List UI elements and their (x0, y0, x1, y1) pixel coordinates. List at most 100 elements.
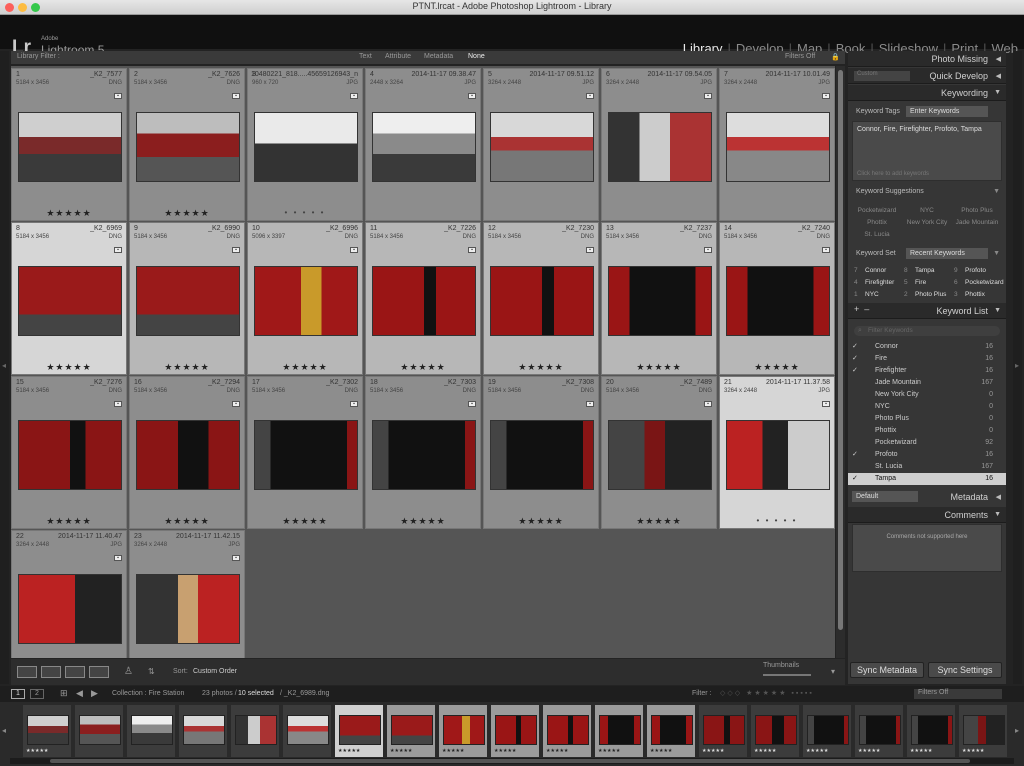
keyword-list-row[interactable]: ✓ Fire 16 (848, 353, 1006, 365)
keywording-header[interactable]: Keywording ▼ (848, 85, 1006, 101)
photo-thumbnail[interactable] (254, 420, 358, 490)
grid-cell[interactable]: 21 2014-11-17 11.37.58 3264 x 2448 JPG ▪ • • … (719, 376, 835, 529)
grid-cell[interactable]: 6 2014-11-17 09.54.05 3264 x 2448 JPG ▪ (601, 68, 717, 221)
filmstrip-cell[interactable]: ★★★★★ (958, 704, 1008, 758)
photo-thumbnail[interactable] (608, 266, 712, 336)
filmstrip-thumbnail[interactable] (963, 715, 1005, 745)
keyword-set-item[interactable]: NYC (865, 291, 879, 298)
filmstrip-cell[interactable]: ★★★★★ (750, 704, 800, 758)
filmstrip-filter-select[interactable]: Filters Off (914, 689, 1002, 699)
filmstrip-thumbnail[interactable] (79, 715, 121, 745)
filmstrip-thumbnail[interactable] (391, 715, 433, 745)
metadata-badge-icon[interactable]: ▪ (704, 93, 712, 99)
rating-stars[interactable]: ★★★★★ (12, 208, 126, 219)
keyword-list-row[interactable]: Photo Plus 0 (848, 413, 1006, 425)
suggestions-toggle-icon[interactable]: ▼ (993, 188, 1000, 195)
grid-cell[interactable]: 22 2014-11-17 11.40.47 3264 x 2448 JPG ▪ (11, 530, 127, 658)
metadata-badge-icon[interactable]: ▪ (822, 247, 830, 253)
grid-cell[interactable]: 23 2014-11-17 11.42.15 3264 x 2448 JPG ▪ (129, 530, 245, 658)
filmstrip-scrollbar[interactable] (10, 758, 1014, 764)
photo-thumbnail[interactable] (18, 266, 122, 336)
rating-stars[interactable]: ★★★★★ (130, 362, 244, 373)
rating-stars[interactable]: ★★★★★ (720, 362, 834, 373)
photo-thumbnail[interactable] (136, 266, 240, 336)
lock-icon[interactable]: 🔒 (831, 53, 840, 61)
photo-thumbnail[interactable] (726, 112, 830, 182)
filmstrip-cell[interactable]: ★★★★★ (802, 704, 852, 758)
filmstrip-cell[interactable]: ★★★★★ (386, 704, 436, 758)
primary-window-button[interactable]: 1 (11, 689, 25, 699)
filmstrip-cell[interactable]: ★★★★★ (854, 704, 904, 758)
filmstrip-cell[interactable]: ★★★★★ (698, 704, 748, 758)
metadata-badge-icon[interactable]: ▪ (586, 247, 594, 253)
metadata-badge-icon[interactable]: ▪ (586, 93, 594, 99)
metadata-badge-icon[interactable]: ▪ (704, 401, 712, 407)
keyword-list-row[interactable]: ✓ Tampa 16 (848, 473, 1006, 485)
keyword-checkbox[interactable]: ✓ (852, 450, 858, 458)
sort-dropdown[interactable]: Custom Order (193, 668, 237, 675)
grid-cell[interactable]: 16 _K2_7294 5184 x 3456 DNG ▪ ★★★★★ (129, 376, 245, 529)
grid-cell[interactable]: 15 _K2_7276 5184 x 3456 DNG ▪ ★★★★★ (11, 376, 127, 529)
suggestion-item[interactable]: Pocketwizard (852, 207, 902, 214)
metadata-badge-icon[interactable]: ▪ (468, 247, 476, 253)
rating-stars[interactable]: ★★★★★ (602, 516, 716, 527)
keyword-set-item[interactable]: Tampa (915, 267, 935, 274)
filmstrip-cell[interactable] (282, 704, 332, 758)
filmstrip-cell[interactable] (230, 704, 280, 758)
keyword-add-remove[interactable]: + – (854, 304, 869, 314)
suggestion-item[interactable]: Jade Mountain (952, 219, 1002, 226)
back-icon[interactable]: ◀ (76, 688, 83, 699)
filmstrip-thumbnail[interactable] (599, 715, 641, 745)
keyword-set-item[interactable]: Photo Plus (915, 291, 946, 298)
filter-text[interactable]: Text (359, 53, 372, 60)
filmstrip-thumbnail[interactable] (651, 715, 693, 745)
photo-thumbnail[interactable] (254, 266, 358, 336)
metadata-badge-icon[interactable]: ▪ (232, 93, 240, 99)
keyword-checkbox[interactable]: ✓ (852, 366, 858, 374)
metadata-badge-icon[interactable]: ▪ (468, 401, 476, 407)
metadata-badge-icon[interactable]: ▪ (468, 93, 476, 99)
survey-view-icon[interactable] (89, 666, 109, 678)
filmstrip-thumbnail[interactable] (131, 715, 173, 745)
keyword-set-item[interactable]: Connor (865, 267, 886, 274)
keyword-set-item[interactable]: Firefighter (865, 279, 894, 286)
grid-cell[interactable]: 20 _K2_7489 5184 x 3456 DNG ▪ ★★★★★ (601, 376, 717, 529)
filmstrip-scroll-thumb[interactable] (50, 759, 970, 763)
metadata-badge-icon[interactable]: ▪ (114, 555, 122, 561)
grid-view-icon[interactable] (17, 666, 37, 678)
secondary-window-button[interactable]: 2 (30, 689, 44, 699)
keyword-set-item[interactable]: Phottix (965, 291, 985, 298)
keyword-tags-mode-select[interactable]: Enter Keywords (906, 106, 988, 117)
grid-cell[interactable]: 12 _K2_7230 5184 x 3456 DNG ▪ ★★★★★ (483, 222, 599, 375)
compare-view-icon[interactable] (65, 666, 85, 678)
keyword-set-item[interactable]: Pocketwizard (965, 279, 1004, 286)
grid-cell[interactable]: 14 _K2_7240 5184 x 3456 DNG ▪ ★★★★★ (719, 222, 835, 375)
comments-header[interactable]: Comments ▼ (848, 507, 1006, 523)
rating-stars[interactable]: ★★★★★ (12, 362, 126, 373)
keyword-list-row[interactable]: Pocketwizard 92 (848, 437, 1006, 449)
photo-thumbnail[interactable] (372, 420, 476, 490)
rating-stars[interactable]: ★★★★★ (130, 516, 244, 527)
keyword-checkbox[interactable]: ✓ (852, 474, 858, 482)
rating-stars[interactable]: ★★★★★ (130, 208, 244, 219)
filmstrip-cell[interactable]: ★★★★★ (334, 704, 384, 758)
filmstrip-cell[interactable] (126, 704, 176, 758)
metadata-badge-icon[interactable]: ▪ (822, 401, 830, 407)
toolbar-menu-icon[interactable]: ▾ (831, 667, 835, 676)
keyword-filter-input[interactable]: ⌕ Filter Keywords (854, 326, 1000, 336)
keyword-checkbox[interactable]: ✓ (852, 342, 858, 350)
metadata-badge-icon[interactable]: ▪ (232, 401, 240, 407)
grid-scroll-thumb[interactable] (838, 70, 843, 630)
photo-thumbnail[interactable] (136, 420, 240, 490)
photo-thumbnail[interactable] (18, 574, 122, 644)
photo-thumbnail[interactable] (18, 112, 122, 182)
filters-off-label[interactable]: Filters Off (785, 53, 815, 60)
right-edge[interactable]: ▸ (1013, 51, 1022, 684)
filmstrip-thumbnail[interactable] (339, 715, 381, 745)
forward-icon[interactable]: ▶ (91, 688, 98, 699)
sort-direction-icon[interactable]: ⇅ (148, 667, 155, 676)
grid-cell[interactable]: 19 _K2_7308 5184 x 3456 DNG ▪ ★★★★★ (483, 376, 599, 529)
rating-stars[interactable]: ★★★★★ (366, 516, 480, 527)
grid-cell[interactable]: 1 _K2_7577 5184 x 3456 DNG ▪ ★★★★★ (11, 68, 127, 221)
photo-thumbnail[interactable] (372, 112, 476, 182)
